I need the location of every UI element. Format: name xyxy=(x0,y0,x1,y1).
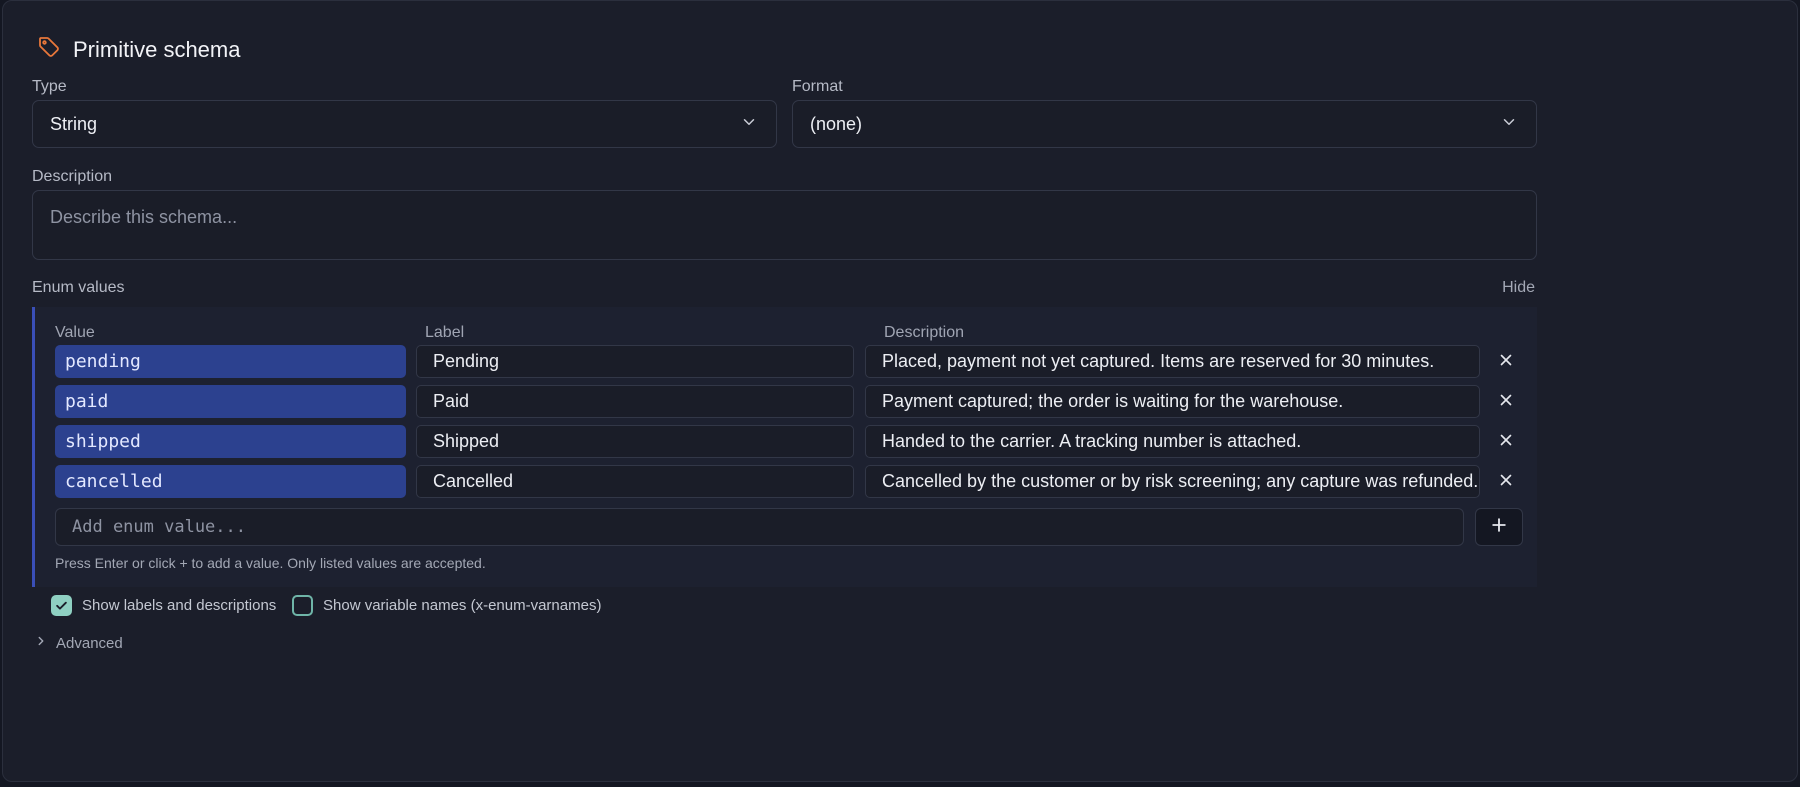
remove-enum-button[interactable] xyxy=(1492,428,1520,456)
remove-enum-button[interactable] xyxy=(1492,348,1520,376)
close-icon xyxy=(1497,431,1515,454)
close-icon xyxy=(1497,351,1515,374)
page-title: Primitive schema xyxy=(73,36,241,62)
format-select[interactable]: (none) xyxy=(792,100,1537,148)
show-labels-label: Show labels and descriptions xyxy=(82,597,277,614)
enum-label-input[interactable]: Shipped xyxy=(416,425,854,458)
primitive-schema-panel: Primitive schema Type String Format (non… xyxy=(2,0,1798,782)
enum-description-input[interactable]: Handed to the carrier. A tracking number… xyxy=(865,425,1480,458)
type-label: Type xyxy=(32,78,67,95)
remove-enum-button[interactable] xyxy=(1492,388,1520,416)
type-select-value: String xyxy=(50,113,98,134)
remove-enum-button[interactable] xyxy=(1492,468,1520,496)
enum-row: paid Paid Payment captured; the order is… xyxy=(55,385,1520,418)
description-label: Description xyxy=(32,168,113,185)
enum-label-input[interactable]: Pending xyxy=(416,345,854,378)
close-icon xyxy=(1497,471,1515,494)
enum-description-input[interactable]: Payment captured; the order is waiting f… xyxy=(865,385,1480,418)
enum-row: cancelled Cancelled Cancelled by the cus… xyxy=(55,465,1520,498)
type-select[interactable]: String xyxy=(32,100,777,148)
add-enum-placeholder: Add enum value... xyxy=(72,517,246,537)
chevron-down-icon xyxy=(1500,113,1518,136)
enum-value-chip[interactable]: pending xyxy=(55,345,406,378)
show-labels-option[interactable]: Show labels and descriptions xyxy=(51,595,276,616)
enum-value-chip[interactable]: shipped xyxy=(55,425,406,458)
chevron-right-icon xyxy=(34,634,48,652)
enum-row: shipped Shipped Handed to the carrier. A… xyxy=(55,425,1520,458)
hide-enum-link[interactable]: Hide xyxy=(1502,279,1535,297)
show-labels-checkbox[interactable] xyxy=(51,595,72,616)
enum-value-chip[interactable]: cancelled xyxy=(55,465,406,498)
enum-label-input[interactable]: Cancelled xyxy=(416,465,854,498)
enum-hint-text: Press Enter or click + to add a value. O… xyxy=(55,555,486,571)
show-varnames-option[interactable]: Show variable names (x-enum-varnames) xyxy=(292,595,601,616)
description-textarea[interactable]: Describe this schema... xyxy=(32,190,1537,260)
plus-icon xyxy=(1489,515,1509,540)
value-column-header: Value xyxy=(55,324,95,341)
format-select-value: (none) xyxy=(810,113,863,134)
advanced-label: Advanced xyxy=(56,634,123,652)
advanced-toggle[interactable]: Advanced xyxy=(34,634,123,652)
add-enum-button[interactable] xyxy=(1475,508,1523,546)
format-label: Format xyxy=(792,78,843,95)
panel-header: Primitive schema xyxy=(37,35,240,64)
enum-description-input[interactable]: Cancelled by the customer or by risk scr… xyxy=(865,465,1480,498)
label-column-header: Label xyxy=(425,324,465,341)
enum-description-input[interactable]: Placed, payment not yet captured. Items … xyxy=(865,345,1480,378)
show-varnames-label: Show variable names (x-enum-varnames) xyxy=(323,597,602,614)
enum-row: pending Pending Placed, payment not yet … xyxy=(55,345,1520,378)
close-icon xyxy=(1497,391,1515,414)
enum-values-box: Value Label Description pending Pending … xyxy=(32,307,1537,587)
add-enum-input[interactable]: Add enum value... xyxy=(55,508,1464,546)
show-varnames-checkbox[interactable] xyxy=(292,595,313,616)
description-placeholder: Describe this schema... xyxy=(50,207,238,227)
enum-value-chip[interactable]: paid xyxy=(55,385,406,418)
chevron-down-icon xyxy=(740,113,758,136)
tag-icon xyxy=(37,35,61,64)
enum-label-input[interactable]: Paid xyxy=(416,385,854,418)
enum-values-label: Enum values xyxy=(32,279,125,296)
description-column-header: Description xyxy=(884,324,965,341)
